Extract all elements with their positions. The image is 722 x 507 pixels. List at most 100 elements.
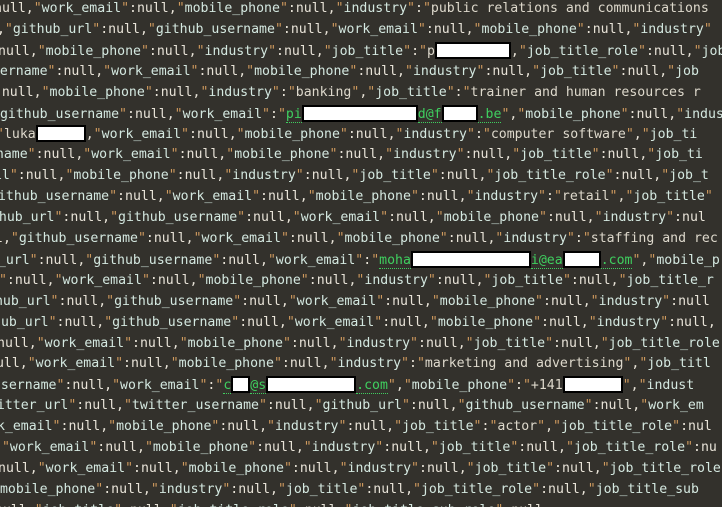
json-quote: ": [620, 106, 629, 122]
json-key: work_email: [296, 293, 377, 309]
json-key: mobile_phone: [152, 440, 249, 456]
email-link[interactable]: .be: [477, 106, 502, 123]
json-punctuation: :: [276, 43, 284, 59]
json-quote: ": [380, 210, 389, 226]
json-line: null,"work_email":null,"mobile_phone":nu…: [0, 0, 722, 20]
json-null-value: null: [70, 210, 103, 226]
json-punctuation: ,: [270, 481, 278, 497]
json-null-value: null: [45, 252, 78, 268]
json-quote: ": [248, 440, 257, 456]
json-line: null,"work_email":null,"mobile_phone":nu…: [0, 354, 722, 375]
json-punctuation: ,: [377, 147, 386, 163]
json-punctuation: :: [149, 272, 158, 288]
json-quote: ": [37, 43, 46, 59]
json-quote: ": [10, 230, 19, 246]
json-key: industry: [598, 293, 663, 309]
json-key: github_username: [0, 189, 110, 205]
json-punctuation: ,: [162, 503, 170, 507]
email-link[interactable]: c: [223, 378, 232, 395]
json-key: github_url: [322, 398, 402, 414]
json-punctuation: ,: [586, 210, 595, 226]
email-link[interactable]: moha: [379, 252, 411, 269]
email-link[interactable]: pi: [285, 106, 302, 123]
json-key: github_username: [155, 21, 275, 37]
json-line: l":null,"mobile_phone":null,"industry":"…: [0, 83, 722, 104]
json-quote: ": [288, 293, 297, 309]
json-key: job_title: [473, 335, 546, 351]
email-link[interactable]: .com: [356, 378, 388, 395]
json-null-value: null: [554, 210, 587, 226]
json-key: job_title: [520, 147, 592, 163]
json-key: job_title_sub_role: [352, 503, 495, 507]
json-key: work_email: [62, 272, 142, 288]
json-key: work_email: [91, 147, 171, 163]
json-quote: ": [197, 272, 206, 288]
json-quote: ": [553, 189, 562, 205]
json-key: industry: [337, 356, 402, 372]
email-link[interactable]: i@ea: [530, 252, 563, 269]
email-link[interactable]: @s: [250, 378, 267, 395]
json-null-value: null: [184, 168, 217, 184]
json-dump-viewport[interactable]: null,"work_email":null,"mobile_phone":nu…: [0, 0, 722, 507]
json-punctuation: :: [282, 21, 291, 37]
json-punctuation: ,: [510, 43, 519, 59]
json-key: mobile_phone: [205, 272, 301, 288]
json-quote: ": [268, 43, 277, 59]
json-punctuation: :: [145, 230, 154, 246]
json-null-value: null: [25, 168, 58, 184]
redaction-box: [562, 250, 601, 268]
email-link[interactable]: d@f: [417, 106, 442, 123]
json-null-value: null: [228, 252, 260, 268]
json-quote: ": [323, 43, 332, 59]
json-null-value: null: [156, 43, 189, 59]
json-punctuation: :: [447, 230, 456, 246]
json-quote: ": [430, 168, 439, 184]
json-quote: ": [125, 460, 134, 476]
json-punctuation: :: [418, 189, 427, 205]
json-quote: ": [638, 378, 647, 394]
json-key: job_title_role: [560, 419, 673, 435]
json-string-value: luka: [3, 127, 36, 143]
json-null-value: null: [373, 481, 406, 497]
json-quote: ": [339, 127, 348, 143]
json-quote: ": [262, 106, 270, 122]
json-quote: ": [303, 440, 312, 456]
json-key: industry: [232, 168, 296, 184]
json-punctuation: :: [411, 43, 420, 59]
json-key: work_email: [182, 106, 263, 122]
json-quote: ": [411, 460, 419, 476]
json-punctuation: ,: [188, 43, 197, 59]
json-key: industry: [204, 43, 269, 59]
json-null-value: null: [157, 272, 190, 288]
json-punctuation: :: [241, 293, 250, 309]
json-key: mobile_phone: [244, 127, 340, 143]
json-null-value: null: [0, 1, 26, 16]
json-quote: ": [181, 127, 189, 143]
json-null-value: null: [455, 230, 488, 246]
json-punctuation: ,: [475, 272, 484, 288]
json-key: mobile_phone: [178, 356, 274, 372]
json-quote: ": [144, 440, 153, 456]
json-punctuation: ,: [458, 460, 467, 476]
json-key: job: [675, 63, 699, 79]
json-punctuation: :: [438, 168, 447, 184]
json-null-value: null: [392, 293, 424, 309]
json-key: mobile_phone: [184, 1, 280, 16]
json-key: industry: [412, 63, 477, 79]
json-quote: ": [410, 335, 418, 351]
json-quote: ": [93, 127, 102, 143]
json-punctuation: ,: [295, 440, 304, 456]
json-key: mobile_phone: [254, 63, 350, 79]
json-quote: ": [605, 168, 614, 184]
json-punctuation: ,: [579, 481, 588, 497]
json-quote: ": [295, 168, 304, 184]
json-quote: ": [618, 272, 627, 288]
json-quote: ": [33, 1, 42, 16]
json-key: hub_url: [0, 314, 49, 330]
json-quote: ": [273, 356, 282, 372]
email-link[interactable]: .com: [600, 252, 633, 269]
json-key: twitter_username: [131, 398, 259, 414]
json-key: work_email: [41, 1, 122, 16]
json-quote: ": [170, 356, 179, 372]
json-punctuation: ,: [238, 63, 247, 79]
